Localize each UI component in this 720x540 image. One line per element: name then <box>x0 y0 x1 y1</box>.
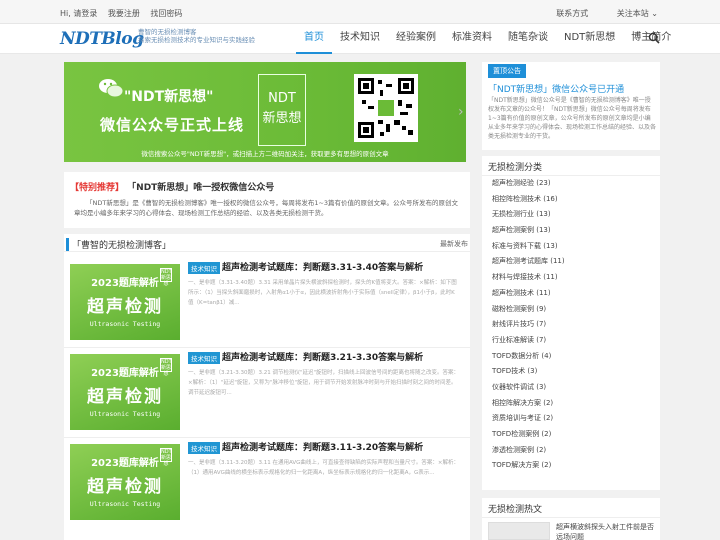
site-header: NDTBlog 曹智的无损检测博客 探索无损检测技术的专业知识与实践经验 首页 … <box>0 24 720 54</box>
category-item[interactable]: TOFD检测案例 (2) <box>482 427 660 443</box>
tagline-line-2: 探索无损检测技术的专业知识与实践经验 <box>138 36 255 44</box>
category-item[interactable]: 超声检测技术 (11) <box>482 286 660 302</box>
hot-articles-widget: 无损检测热文 超声横波斜探头入射工件前是否远场问题 <box>482 498 660 540</box>
pinned-notice: 置顶公告 「NDT新思想」微信公众号已开通 「NDT新思想」微信公众号是《曹智的… <box>482 62 660 150</box>
banner-next-icon[interactable]: › <box>458 104 464 120</box>
nav-standards[interactable]: 标准资料 <box>444 24 500 54</box>
category-widget-title: 无损检测分类 <box>482 156 660 176</box>
nav-ndt-thoughts[interactable]: NDT新思想 <box>556 24 623 54</box>
recommend-body: 「NDT新思想」是《曹智的无损检测博客》唯一授权的微信公众号，每周将发布1~3篇… <box>74 199 459 217</box>
category-item[interactable]: TOFD数据分析 (4) <box>482 349 660 365</box>
article-thumbnail[interactable]: NDT 新思想 2023题库解析 超声检测 Ultrasonic Testing <box>70 354 180 430</box>
tagline-line-1: 曹智的无损检测博客 <box>138 28 197 36</box>
article-item[interactable]: NDT 新思想 2023题库解析 超声检测 Ultrasonic Testing… <box>64 348 470 438</box>
article-excerpt: 一、是非题（3.11-3.20题）3.11 在通用AVG曲线上，可直接查得缺陷的… <box>188 460 460 476</box>
article-title[interactable]: 超声检测考试题库：判断题3.31-3.40答案与解析 <box>222 260 423 273</box>
article-item[interactable]: NDT 新思想 2023题库解析 超声检测 Ultrasonic Testing… <box>64 438 470 528</box>
qr-code <box>354 74 418 142</box>
article-list: 「曹智的无损检测博客」 最新发布 NDT 新思想 2023题库解析 超声检测 U… <box>64 234 470 540</box>
category-item[interactable]: TOFD解决方案 (2) <box>482 458 660 474</box>
list-title: 「曹智的无损检测博客」 <box>66 238 171 251</box>
category-item[interactable]: 资质培训与考证 (2) <box>482 411 660 427</box>
category-item[interactable]: 无损检测行业 (13) <box>482 207 660 223</box>
notice-title[interactable]: 「NDT新思想」微信公众号已开通 <box>488 82 624 95</box>
category-item[interactable]: 行业标准解读 (7) <box>482 333 660 349</box>
category-item[interactable]: 磁粉检测案例 (9) <box>482 302 660 318</box>
list-header: 「曹智的无损检测博客」 最新发布 <box>64 234 470 252</box>
recommend-title[interactable]: 「NDT新思想」唯一授权微信公众号 <box>127 183 274 193</box>
article-excerpt: 一、是非题（3.31-3.40题）3.31 采用单晶片探头横波斜探检测时，探头的… <box>188 280 457 306</box>
banner-title-main: 微信公众号正式上线 <box>100 116 245 134</box>
search-icon[interactable] <box>648 32 660 44</box>
contact-link[interactable]: 联系方式 <box>556 9 588 18</box>
category-badge[interactable]: 技术知识 <box>188 262 220 274</box>
recommend-heading[interactable]: 【特别推荐】 「NDT新思想」唯一授权微信公众号 <box>70 180 274 193</box>
main-nav: 首页 技术知识 经验案例 标准资料 随笔杂谈 NDT新思想 博主简介 <box>296 24 679 54</box>
notice-tag: 置顶公告 <box>488 64 526 78</box>
category-item[interactable]: 相控阵解决方案 (2) <box>482 396 660 412</box>
site-logo[interactable]: NDTBlog <box>60 29 144 49</box>
category-item[interactable]: 仪器软件调试 (3) <box>482 380 660 396</box>
category-item[interactable]: 标准与资料下载 (13) <box>482 239 660 255</box>
qr-code-icon <box>358 78 414 138</box>
category-item[interactable]: 材料与焊接技术 (11) <box>482 270 660 286</box>
hot-widget-title: 无损检测热文 <box>482 498 660 518</box>
nav-essays[interactable]: 随笔杂谈 <box>500 24 556 54</box>
thumb-big: 超声检测 <box>87 477 163 497</box>
login-link[interactable]: Hi, 请登录 <box>60 9 97 18</box>
category-item[interactable]: 渗透检测案例 (2) <box>482 443 660 459</box>
hot-article-title[interactable]: 超声横波斜探头入射工件前是否远场问题 <box>556 522 656 540</box>
forgot-password-link[interactable]: 找回密码 <box>150 9 182 18</box>
category-item[interactable]: 超声检测经验 (23) <box>482 176 660 192</box>
thumb-en: Ultrasonic Testing <box>89 410 161 418</box>
category-item[interactable]: 射线评片技巧 (7) <box>482 317 660 333</box>
thumb-en: Ultrasonic Testing <box>89 320 161 328</box>
article-item[interactable]: NDT 新思想 2023题库解析 超声检测 Ultrasonic Testing… <box>64 258 470 348</box>
thumb-big: 超声检测 <box>87 387 163 407</box>
featured-recommend: 【特别推荐】 「NDT新思想」唯一授权微信公众号 「NDT新思想」是《曹智的无损… <box>64 172 470 228</box>
article-excerpt: 一、是非题（3.21-3.30题）3.21 调节检测仪"延迟"旋钮时，扫描线上回… <box>188 370 460 396</box>
nav-home[interactable]: 首页 <box>296 24 332 54</box>
top-bar: Hi, 请登录 我要注册 找回密码 联系方式 关注本站 ⌄ <box>0 0 720 24</box>
wechat-icon <box>99 79 124 98</box>
thumb-year: 2023题库解析 <box>91 278 159 289</box>
category-item[interactable]: TOFD技术 (3) <box>482 364 660 380</box>
thumb-en: Ultrasonic Testing <box>89 500 161 508</box>
article-title[interactable]: 超声检测考试题库：判断题3.21-3.30答案与解析 <box>222 350 423 363</box>
category-widget: 无损检测分类 超声检测经验 (23) 相控阵检测技术 (16) 无损检测行业 (… <box>482 156 660 490</box>
category-item[interactable]: 超声检测考试题库 (11) <box>482 254 660 270</box>
site-tagline: 曹智的无损检测博客 探索无损检测技术的专业知识与实践经验 <box>138 28 255 44</box>
article-thumbnail[interactable]: NDT 新思想 2023题库解析 超声检测 Ultrasonic Testing <box>70 264 180 340</box>
promo-banner[interactable]: "NDT新思想" 微信公众号正式上线 NDT 新思想 微信搜索公众号"NDT新思… <box>64 62 466 162</box>
follow-dropdown[interactable]: 关注本站 ⌄ <box>617 9 658 18</box>
nav-tech[interactable]: 技术知识 <box>332 24 388 54</box>
ndt-logo-line2: 新思想 <box>262 111 302 126</box>
category-item[interactable]: 超声检测案例 (13) <box>482 223 660 239</box>
latest-link[interactable]: 最新发布 <box>440 239 468 249</box>
article-thumbnail[interactable]: NDT 新思想 2023题库解析 超声检测 Ultrasonic Testing <box>70 444 180 520</box>
category-badge[interactable]: 技术知识 <box>188 442 220 454</box>
ndt-logo-box: NDT 新思想 <box>258 74 306 146</box>
thumb-big: 超声检测 <box>87 297 163 317</box>
thumb-year: 2023题库解析 <box>91 458 159 469</box>
article-title[interactable]: 超声检测考试题库：判断题3.11-3.20答案与解析 <box>222 440 423 453</box>
category-item[interactable]: 相控阵检测技术 (16) <box>482 192 660 208</box>
thumb-year: 2023题库解析 <box>91 368 159 379</box>
category-badge[interactable]: 技术知识 <box>188 352 220 364</box>
banner-title-quote: "NDT新思想" <box>124 89 214 105</box>
banner-caption: 微信搜索公众号"NDT新思想"，或扫描上方二维码加关注，获取更多有思想的原创文章 <box>141 150 389 158</box>
nav-cases[interactable]: 经验案例 <box>388 24 444 54</box>
hot-article-thumbnail[interactable] <box>488 522 550 540</box>
recommend-tag: 【特别推荐】 <box>70 183 125 193</box>
register-link[interactable]: 我要注册 <box>108 9 140 18</box>
ndt-logo-line1: NDT <box>268 91 296 106</box>
notice-body: 「NDT新思想」微信公众号是《曹智的无损检测博客》唯一授权发布文章的公众号！「N… <box>488 97 657 140</box>
